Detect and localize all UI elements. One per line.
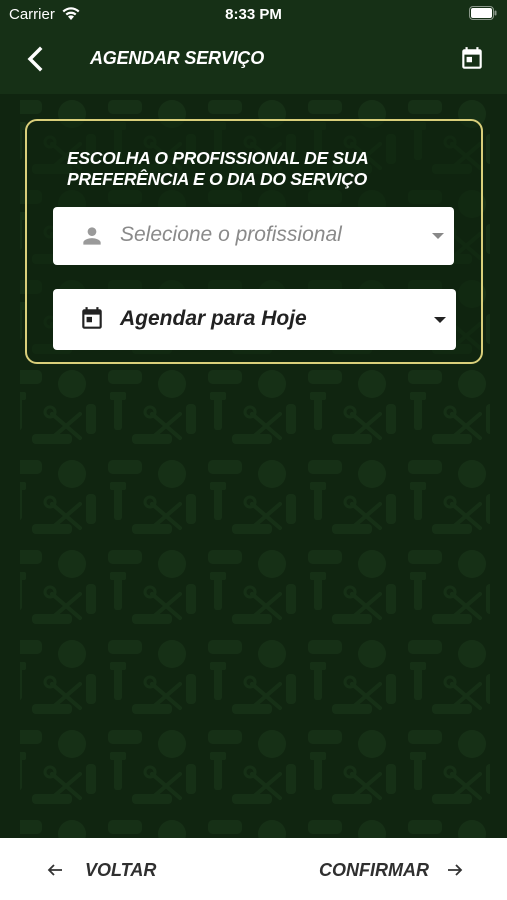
bottom-action-bar: VOLTAR CONFIRMAR [0, 838, 507, 900]
arrow-left-icon [47, 864, 62, 876]
person-icon [83, 227, 101, 245]
back-button[interactable]: VOLTAR [47, 858, 156, 882]
caret-down-icon [434, 317, 446, 323]
back-button-label: VOLTAR [85, 859, 157, 880]
confirm-button-label: CONFIRMAR [319, 859, 429, 880]
schedule-selection-card: ESCOLHA O PROFISSIONAL DE SUA PREFERÊNCI… [25, 119, 483, 364]
date-select-value: Agendar para Hoje [120, 307, 307, 330]
date-select[interactable]: Agendar para Hoje [53, 289, 456, 350]
app-header-area: Carrier 8:33 PM AGENDAR SERVIÇO [0, 0, 507, 94]
page-title: AGENDAR SERVIÇO [90, 48, 265, 68]
calendar-icon[interactable] [459, 46, 485, 72]
arrow-right-icon [448, 864, 463, 876]
confirm-button[interactable]: CONFIRMAR [319, 858, 463, 882]
calendar-icon [82, 307, 102, 329]
status-time: 8:33 PM [225, 6, 282, 23]
card-title: ESCOLHA O PROFISSIONAL DE SUA PREFERÊNCI… [67, 148, 368, 189]
chevron-left-icon[interactable] [24, 46, 46, 72]
battery-icon [469, 6, 497, 20]
navigation-header: AGENDAR SERVIÇO [0, 28, 507, 94]
professional-select[interactable]: Selecione o profissional [53, 207, 454, 265]
caret-down-icon [432, 233, 444, 239]
professional-select-placeholder: Selecione o profissional [120, 223, 342, 246]
status-bar: Carrier 8:33 PM [0, 0, 507, 28]
